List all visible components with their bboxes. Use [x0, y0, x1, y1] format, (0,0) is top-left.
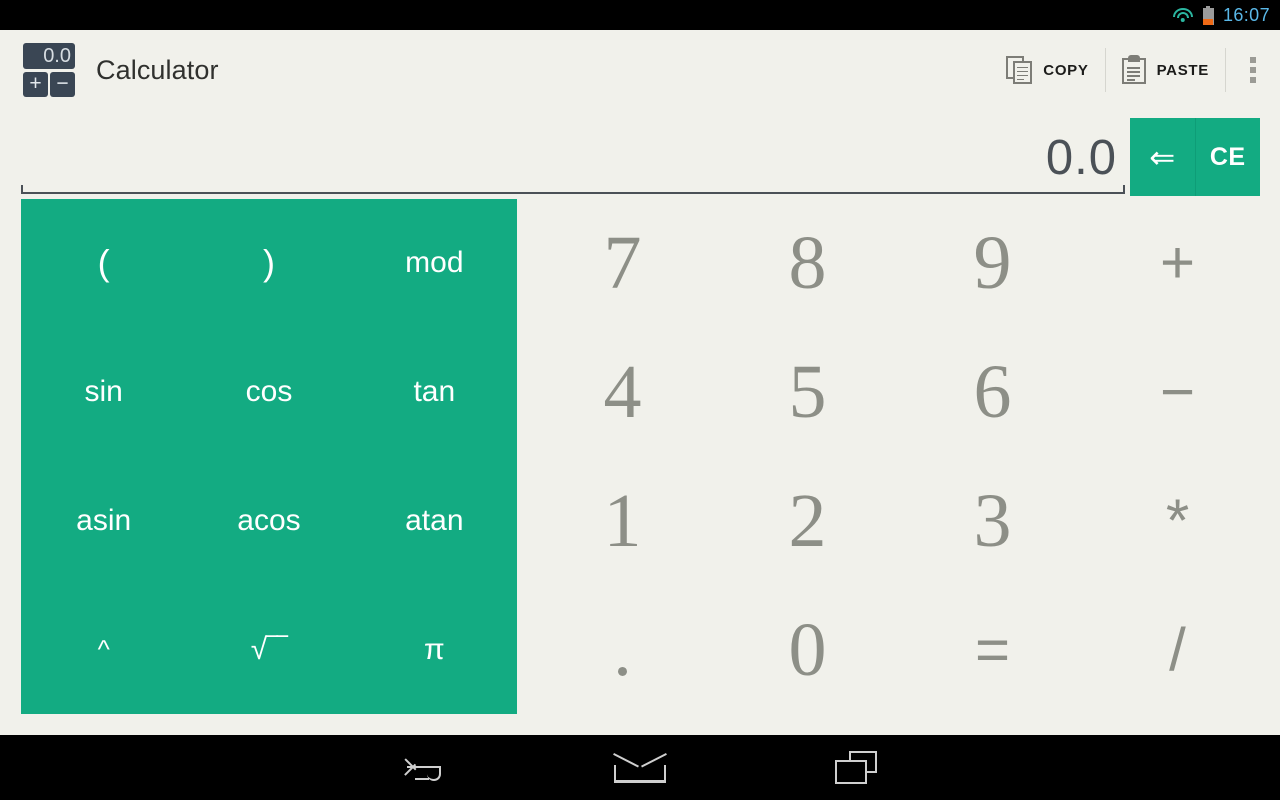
status-bar: 16:07: [0, 0, 1280, 30]
sqrt-key[interactable]: √‾‾: [186, 585, 351, 714]
back-icon: [401, 753, 447, 783]
recents-icon: [835, 751, 877, 784]
plus-key[interactable]: +: [1085, 199, 1270, 328]
backspace-arrow-icon: ⇐: [1149, 139, 1176, 175]
paste-button[interactable]: PASTE: [1106, 44, 1225, 96]
numeric-keypad: 7 8 9 +4 5 6− 1 2 3 *. 0 = /: [530, 199, 1270, 714]
display-underline: [21, 185, 1125, 194]
digit-4-key[interactable]: 4: [530, 328, 715, 457]
battery-icon: [1202, 5, 1214, 25]
nav-recents-button[interactable]: [748, 735, 964, 800]
open-paren-key[interactable]: (: [21, 199, 186, 328]
action-bar-actions: COPY PASTE: [990, 44, 1280, 96]
digit-3-key[interactable]: 3: [900, 457, 1085, 586]
divide-key[interactable]: /: [1085, 585, 1270, 714]
close-paren-key[interactable]: ): [186, 199, 351, 328]
home-icon: [612, 752, 668, 783]
display-row: 0.0 ⇐ CE: [0, 118, 1280, 196]
status-bar-right: 16:07: [1172, 5, 1270, 26]
nav-home-button[interactable]: [532, 735, 748, 800]
digit-8-key[interactable]: 8: [715, 199, 900, 328]
minus-key[interactable]: −: [1085, 328, 1270, 457]
clear-entry-button[interactable]: CE: [1195, 118, 1260, 196]
tan-key[interactable]: tan: [352, 328, 517, 457]
acos-key[interactable]: acos: [186, 457, 351, 586]
app-icon-minus-key: −: [50, 72, 75, 97]
overflow-menu-icon[interactable]: [1226, 44, 1280, 96]
nav-back-button[interactable]: [316, 735, 532, 800]
status-bar-clock: 16:07: [1222, 4, 1270, 25]
digit-5-key[interactable]: 5: [715, 328, 900, 457]
equals-key[interactable]: =: [900, 585, 1085, 714]
app-icon-display: 0.0: [23, 43, 75, 69]
sin-key[interactable]: sin: [21, 328, 186, 457]
display-value: 0.0: [1045, 131, 1117, 185]
paste-label: PASTE: [1156, 61, 1209, 79]
copy-button[interactable]: COPY: [990, 44, 1104, 96]
asin-key[interactable]: asin: [21, 457, 186, 586]
pi-key[interactable]: π: [352, 585, 517, 714]
function-keypad: () mod sin cos tan asin acos atan ^ √‾‾ π: [21, 199, 517, 714]
mod-key[interactable]: mod: [352, 199, 517, 328]
paste-icon: [1121, 55, 1147, 85]
wifi-icon: [1172, 7, 1194, 23]
clear-button-group: ⇐ CE: [1130, 118, 1260, 196]
multiply-key[interactable]: *: [1085, 457, 1270, 586]
clear-entry-label: CE: [1209, 142, 1246, 171]
backspace-button[interactable]: ⇐: [1130, 118, 1196, 196]
display-input[interactable]: 0.0: [21, 118, 1125, 196]
digit-0-key[interactable]: 0: [715, 585, 900, 714]
digit-1-key[interactable]: 1: [530, 457, 715, 586]
digit-7-key[interactable]: 7: [530, 199, 715, 328]
calculator-app-icon: 0.0 + −: [20, 43, 76, 97]
page-title: Calculator: [96, 54, 219, 85]
navigation-bar: [0, 735, 1280, 800]
digit-2-key[interactable]: 2: [715, 457, 900, 586]
copy-label: COPY: [1043, 61, 1089, 79]
app-icon-plus-key: +: [23, 72, 48, 97]
digit-9-key[interactable]: 9: [900, 199, 1085, 328]
power-key[interactable]: ^: [21, 585, 186, 714]
copy-icon: [1006, 55, 1033, 85]
decimal-point-key[interactable]: .: [530, 585, 715, 714]
digit-6-key[interactable]: 6: [900, 328, 1085, 457]
atan-key[interactable]: atan: [352, 457, 517, 586]
action-bar: 0.0 + − Calculator COPY PASTE: [0, 30, 1280, 110]
cos-key[interactable]: cos: [186, 328, 351, 457]
android-screen: 16:07 0.0 + − Calculator COPY PASTE 0.0 …: [0, 0, 1280, 800]
